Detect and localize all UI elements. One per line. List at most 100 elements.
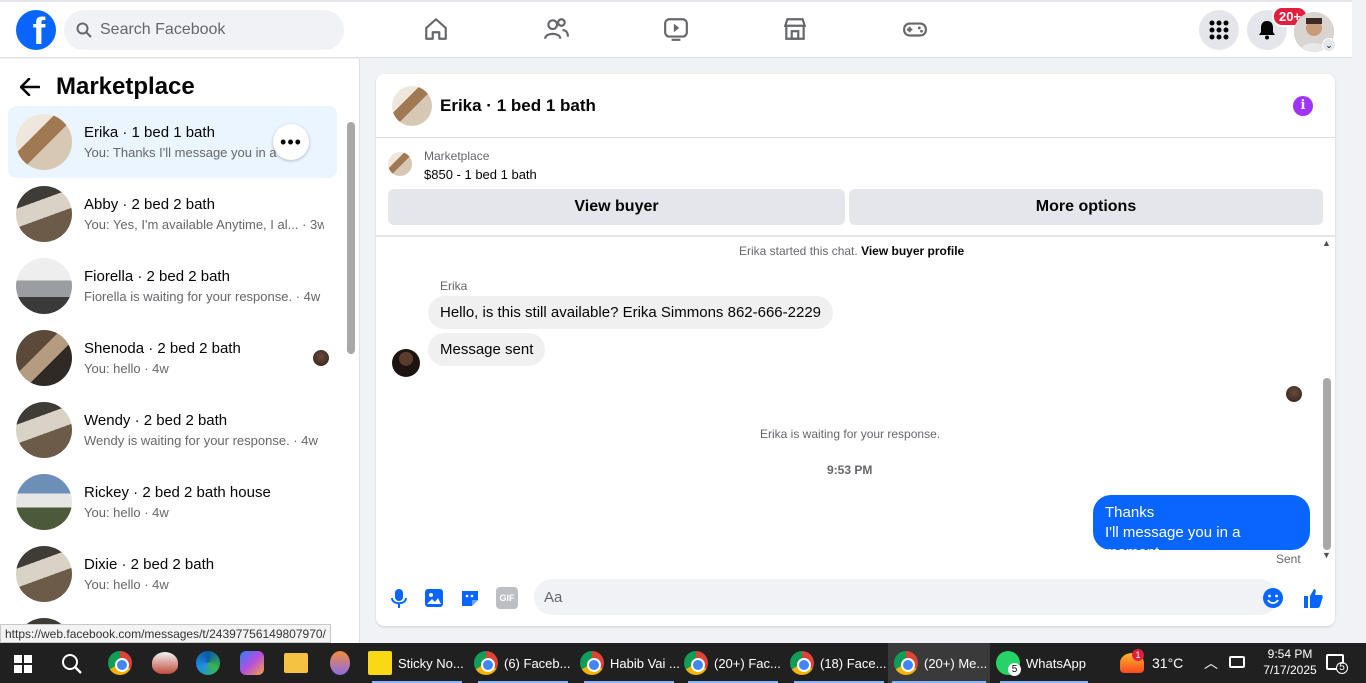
home-icon[interactable]	[423, 16, 449, 42]
paint-icon[interactable]	[152, 652, 178, 674]
message-timestamp: 9:53 PM	[827, 463, 873, 477]
search-icon	[76, 22, 92, 38]
listing-title[interactable]: $850 - 1 bed 1 bath	[424, 167, 537, 182]
more-options-button[interactable]: More options	[849, 189, 1323, 225]
chat-start-notice: Erika started this chat. View buyer prof…	[739, 244, 965, 258]
chat-scrollbar[interactable]: ▲ ▼	[1321, 238, 1333, 562]
microphone-icon[interactable]	[388, 587, 410, 609]
conversation-preview: Fiorella is waiting for your response. ·…	[84, 289, 321, 304]
taskbar-item-chrome[interactable]: (20+) Fac...	[684, 643, 784, 683]
listing-photo	[16, 258, 72, 314]
conversation-name: Abby · 2 bed 2 bath	[84, 196, 215, 213]
read-receipt-avatar	[313, 350, 329, 366]
search-input[interactable]	[100, 21, 320, 39]
taskbar-item-chrome[interactable]: Habib Vai ...	[580, 643, 680, 683]
chrome-icon	[474, 651, 498, 675]
copilot-icon[interactable]	[240, 651, 264, 675]
message-composer: GIF	[376, 577, 1335, 621]
message-input[interactable]	[534, 579, 1278, 615]
conversation-item[interactable]: Rickey · 2 bed 2 bath house You: hello ·…	[8, 466, 337, 538]
back-arrow-icon[interactable]	[20, 78, 40, 96]
search-box[interactable]	[64, 10, 344, 50]
menu-button[interactable]	[1199, 10, 1239, 50]
taskbar-item-sticky-notes[interactable]: Sticky No...	[368, 643, 468, 683]
sent-status: Sent	[1276, 552, 1301, 566]
windows-start-icon[interactable]	[14, 655, 32, 673]
grid-menu-icon	[1209, 20, 1229, 40]
info-icon[interactable]: i	[1293, 96, 1313, 116]
read-receipt-avatar	[1286, 386, 1302, 402]
conversation-item[interactable]: Shenoda · 2 bed 2 bath You: hello · 4w	[8, 322, 337, 394]
gif-icon[interactable]: GIF	[496, 587, 518, 609]
friends-icon[interactable]	[543, 16, 569, 42]
taskbar-item-chrome[interactable]: (18) Face...	[790, 643, 890, 683]
conversation-item[interactable]: Abby · 2 bed 2 bath You: Yes, I'm availa…	[8, 178, 337, 250]
conversation-name: Fiorella · 2 bed 2 bath	[84, 268, 230, 285]
conversation-name: Shenoda · 2 bed 2 bath	[84, 340, 241, 357]
conversation-item[interactable]: Dixie · 2 bed 2 bath You: hello · 4w	[8, 538, 337, 610]
chat-avatar[interactable]	[392, 85, 432, 126]
search-icon[interactable]	[61, 653, 83, 675]
chat-title[interactable]: Erika · 1 bed 1 bath	[440, 96, 596, 116]
conversation-more-button[interactable]: •••	[273, 124, 309, 160]
taskbar-item-whatsapp[interactable]: 5 WhatsApp	[996, 643, 1088, 683]
marketplace-icon[interactable]	[782, 16, 808, 42]
temperature[interactable]: 31°C	[1152, 655, 1183, 671]
taskbar-item-chrome-active[interactable]: (20+) Me...	[888, 643, 990, 683]
whatsapp-icon: 5	[996, 651, 1021, 676]
conversation-preview: Wendy is waiting for your response. · 4w	[84, 433, 318, 448]
view-buyer-button[interactable]: View buyer	[388, 189, 845, 225]
incoming-message[interactable]: Message sent	[428, 333, 546, 366]
gaming-icon[interactable]	[902, 16, 928, 42]
outgoing-message-line: Thanks	[1105, 504, 1155, 521]
sender-name: Erika	[440, 279, 468, 293]
like-icon[interactable]	[1302, 587, 1324, 609]
sticker-icon[interactable]	[459, 587, 481, 609]
scroll-up-icon[interactable]: ▲	[1322, 238, 1331, 248]
chat-header: Erika · 1 bed 1 bath i	[376, 74, 1335, 138]
conversation-name: Dixie · 2 bed 2 bath	[84, 556, 215, 573]
sticky-notes-icon	[368, 651, 392, 675]
sender-avatar[interactable]	[392, 349, 420, 377]
photo-icon[interactable]	[423, 587, 445, 609]
conversation-preview: You: hello · 4w	[84, 577, 169, 592]
windows-taskbar: Sticky No... (6) Faceb... Habib Vai ... …	[0, 643, 1366, 683]
chrome-icon	[580, 651, 604, 675]
incoming-message[interactable]: Hello, is this still available? Erika Si…	[428, 296, 834, 329]
network-icon[interactable]	[1229, 656, 1245, 668]
listing-photo	[16, 330, 72, 386]
video-icon[interactable]	[663, 16, 689, 42]
taskbar-item-chrome[interactable]: (6) Faceb...	[474, 643, 574, 683]
conversation-item[interactable]: Fiorella · 2 bed 2 bath Fiorella is wait…	[8, 250, 337, 322]
outgoing-message-line: I'll message you in a moment	[1105, 524, 1241, 561]
outgoing-message[interactable]: Thanks I'll message you in a moment	[1093, 495, 1310, 561]
notification-center-icon[interactable]: 5	[1326, 654, 1348, 674]
listing-thumbnail[interactable]	[388, 152, 412, 176]
conversation-preview: You: hello · 4w	[84, 505, 169, 520]
file-explorer-icon[interactable]	[284, 653, 308, 673]
sidebar-scrollbar[interactable]	[344, 108, 356, 638]
emoji-icon[interactable]	[1262, 587, 1284, 609]
chrome-icon	[790, 651, 814, 675]
app-icon[interactable]	[330, 651, 350, 675]
listing-photo	[16, 114, 72, 170]
account-chevron-down-icon[interactable]: ⌄	[1322, 38, 1336, 52]
facebook-logo[interactable]: f	[16, 10, 56, 50]
listing-photo	[16, 186, 72, 242]
scroll-down-icon[interactable]: ▼	[1322, 550, 1331, 560]
chevron-up-icon[interactable]: ︿	[1204, 653, 1218, 673]
page-scrollbar[interactable]	[1352, 58, 1366, 643]
weather-icon[interactable]: 1	[1120, 649, 1144, 673]
conversation-item[interactable]: Wendy · 2 bed 2 bath Wendy is waiting fo…	[8, 394, 337, 466]
edge-icon[interactable]	[196, 651, 220, 675]
system-clock[interactable]: 9:54 PM 7/17/2025	[1262, 646, 1318, 678]
status-url-tooltip: https://web.facebook.com/messages/t/2439…	[0, 624, 331, 643]
conversation-name: Rickey · 2 bed 2 bath house	[84, 484, 271, 501]
chrome-icon[interactable]	[108, 651, 132, 675]
conversation-preview: You: Yes, I'm available Anytime, I al...…	[84, 217, 324, 232]
chat-panel: Erika · 1 bed 1 bath i Marketplace $850 …	[376, 74, 1335, 626]
chrome-icon	[894, 651, 918, 675]
view-buyer-profile-link[interactable]: View buyer profile	[861, 244, 964, 258]
divider	[376, 235, 1335, 237]
listing-photo	[16, 474, 72, 530]
